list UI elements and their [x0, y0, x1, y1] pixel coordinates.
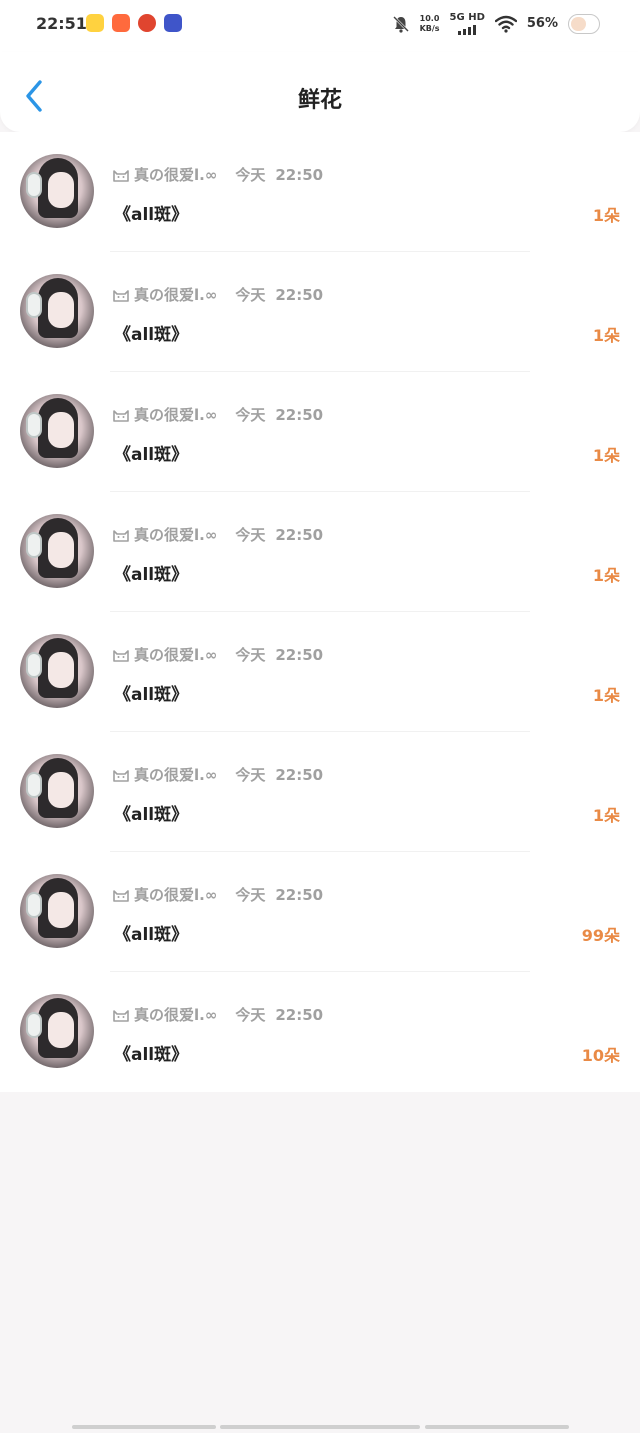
username[interactable]: 真の很爱l.∞ [134, 404, 217, 425]
wifi-icon [494, 15, 517, 33]
cat-icon [113, 409, 129, 422]
message-text: 《all斑》 [114, 325, 189, 345]
flower-count: 10朵 [581, 1046, 620, 1065]
gesture-segment [72, 1425, 216, 1429]
avatar[interactable] [20, 754, 94, 828]
message-text: 《all斑》 [114, 685, 189, 705]
signal-icon [458, 23, 477, 35]
battery-icon [568, 13, 600, 34]
list-item[interactable]: 真の很爱l.∞ 今天 22:50 《all斑》 10朵 [0, 972, 640, 1092]
sender-meta: 真の很爱l.∞ 今天 22:50 [112, 284, 323, 305]
gesture-bar[interactable] [0, 1425, 640, 1431]
sender-meta: 真の很爱l.∞ 今天 22:50 [112, 764, 323, 785]
date-label: 今天 [235, 406, 266, 424]
list-item[interactable]: 真の很爱l.∞ 今天 22:50 《all斑》 1朵 [0, 612, 640, 732]
notification-icons [86, 14, 182, 32]
message-text: 《all斑》 [114, 205, 189, 225]
avatar[interactable] [20, 874, 94, 948]
time-label: 22:50 [275, 1005, 324, 1024]
flower-count: 1朵 [592, 806, 620, 825]
time-label: 22:50 [275, 645, 324, 664]
username[interactable]: 真の很爱l.∞ [134, 1004, 217, 1025]
list-item[interactable]: 真の很爱l.∞ 今天 22:50 《all斑》 1朵 [0, 492, 640, 612]
cat-icon [113, 1009, 129, 1022]
time-label: 22:50 [275, 765, 324, 784]
cat-icon [113, 769, 129, 782]
flower-count: 1朵 [592, 566, 620, 585]
status-indicators: 10.0 KB/s 5G HD 56% [392, 12, 600, 35]
time-label: 22:50 [275, 285, 324, 304]
time-label: 22:50 [275, 885, 324, 904]
network-speed: 10.0 KB/s [420, 14, 440, 34]
username[interactable]: 真の很爱l.∞ [134, 284, 217, 305]
app-notification-icon [86, 14, 104, 32]
avatar[interactable] [20, 634, 94, 708]
sender-meta: 真の很爱l.∞ 今天 22:50 [112, 644, 323, 665]
cat-icon [113, 529, 129, 542]
date-label: 今天 [235, 166, 266, 184]
mute-bell-icon [392, 15, 409, 33]
status-time: 22:51 [36, 14, 87, 33]
flower-count: 1朵 [592, 686, 620, 705]
message-text: 《all斑》 [114, 805, 189, 825]
username[interactable]: 真の很爱l.∞ [134, 164, 217, 185]
list-item[interactable]: 真の很爱l.∞ 今天 22:50 《all斑》 1朵 [0, 252, 640, 372]
network-type: 5G HD [449, 12, 485, 23]
avatar[interactable] [20, 274, 94, 348]
cat-icon [113, 649, 129, 662]
list-item[interactable]: 真の很爱l.∞ 今天 22:50 《all斑》 1朵 [0, 132, 640, 252]
cat-icon [113, 889, 129, 902]
flower-count: 1朵 [592, 326, 620, 345]
avatar[interactable] [20, 514, 94, 588]
cat-icon [113, 169, 129, 182]
date-label: 今天 [235, 526, 266, 544]
list-item[interactable]: 真の很爱l.∞ 今天 22:50 《all斑》 1朵 [0, 372, 640, 492]
app-notification-icon [164, 14, 182, 32]
network-speed-unit: KB/s [419, 23, 440, 33]
page-title: 鲜花 [297, 88, 342, 113]
network-speed-value: 10.0 [419, 13, 440, 23]
avatar[interactable] [20, 994, 94, 1068]
battery-percent: 56% [526, 16, 558, 31]
username[interactable]: 真の很爱l.∞ [134, 524, 217, 545]
message-text: 《all斑》 [114, 925, 189, 945]
username[interactable]: 真の很爱l.∞ [134, 884, 217, 905]
nav-bar: 鲜花 [0, 52, 640, 132]
username[interactable]: 真の很爱l.∞ [134, 764, 217, 785]
message-text: 《all斑》 [114, 565, 189, 585]
cellular-indicator: 5G HD [450, 12, 485, 35]
sender-meta: 真の很爱l.∞ 今天 22:50 [112, 1004, 323, 1025]
flower-list: 真の很爱l.∞ 今天 22:50 《all斑》 1朵 真の很爱l.∞ 今天 22… [0, 132, 640, 1092]
date-label: 今天 [235, 1006, 266, 1024]
gesture-segment [425, 1425, 569, 1429]
list-item[interactable]: 真の很爱l.∞ 今天 22:50 《all斑》 1朵 [0, 732, 640, 852]
time-label: 22:50 [275, 525, 324, 544]
flower-count: 1朵 [592, 446, 620, 465]
cat-icon [113, 289, 129, 302]
sender-meta: 真の很爱l.∞ 今天 22:50 [112, 164, 323, 185]
flower-count: 99朵 [581, 926, 620, 945]
sender-meta: 真の很爱l.∞ 今天 22:50 [112, 404, 323, 425]
time-label: 22:50 [275, 405, 324, 424]
status-bar: 22:51 10.0 KB/s 5G HD 56% [0, 0, 640, 52]
flower-count: 1朵 [592, 206, 620, 225]
sender-meta: 真の很爱l.∞ 今天 22:50 [112, 884, 323, 905]
avatar[interactable] [20, 394, 94, 468]
date-label: 今天 [235, 286, 266, 304]
avatar[interactable] [20, 154, 94, 228]
time-label: 22:50 [275, 165, 324, 184]
date-label: 今天 [235, 766, 266, 784]
list-item[interactable]: 真の很爱l.∞ 今天 22:50 《all斑》 99朵 [0, 852, 640, 972]
date-label: 今天 [235, 886, 266, 904]
username[interactable]: 真の很爱l.∞ [134, 644, 217, 665]
game-notification-icon [138, 14, 156, 32]
sender-meta: 真の很爱l.∞ 今天 22:50 [112, 524, 323, 545]
date-label: 今天 [235, 646, 266, 664]
message-text: 《all斑》 [114, 445, 189, 465]
message-text: 《all斑》 [114, 1045, 189, 1065]
gesture-segment [220, 1425, 420, 1429]
weibo-notification-icon [112, 14, 130, 32]
